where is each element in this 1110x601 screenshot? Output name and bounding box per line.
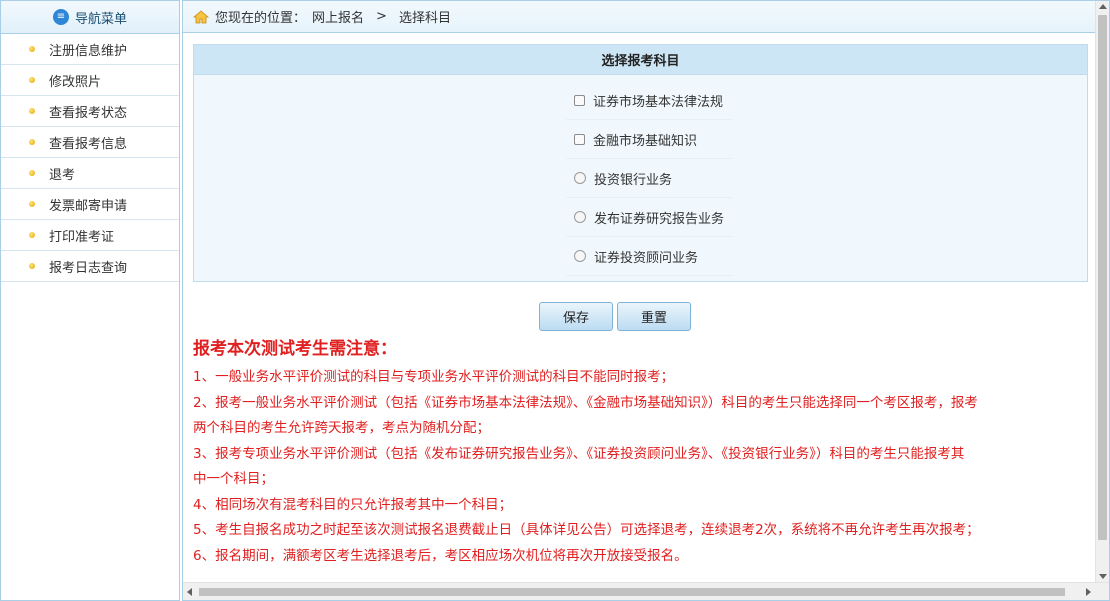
bullet-icon — [29, 201, 35, 207]
sidebar-item-withdraw[interactable]: 退考 — [1, 158, 179, 189]
subject-option-law[interactable]: 证券市场基本法律法规 — [566, 81, 733, 120]
vertical-scrollbar[interactable] — [1095, 1, 1109, 582]
scroll-down-icon[interactable] — [1099, 574, 1107, 579]
subject-label: 证券市场基本法律法规 — [593, 94, 724, 110]
radio-button[interactable] — [574, 211, 586, 223]
sidebar-item-register-info[interactable]: 注册信息维护 — [1, 34, 179, 65]
bullet-icon — [29, 139, 35, 145]
notice-line: 3、报考专项业务水平评价测试（包括《发布证券研究报告业务》、《证券投资顾问业务》… — [193, 445, 965, 462]
bullet-icon — [29, 77, 35, 83]
subject-label: 金融市场基础知识 — [593, 133, 698, 149]
sidebar-item-label: 报考日志查询 — [49, 260, 128, 276]
main-frame: 您现在的位置： 网上报名 > 选择科目 选择报考科目 证券市场基本法律法规 金融… — [182, 0, 1110, 601]
sidebar-item-label: 退考 — [49, 167, 76, 183]
sidebar-item-label: 查看报考信息 — [49, 136, 128, 152]
panel-title: 选择报考科目 — [194, 45, 1087, 75]
subject-panel: 选择报考科目 证券市场基本法律法规 金融市场基础知识 投资银行业务 发布证券研究… — [193, 44, 1088, 282]
subject-option-finance[interactable]: 金融市场基础知识 — [566, 120, 733, 159]
subject-label: 发布证券研究报告业务 — [594, 211, 725, 227]
notice-line: 5、考生自报名成功之时起至该次测试报名退费截止日（具体详见公告）可选择退考，连续… — [193, 522, 980, 538]
bullet-icon — [29, 170, 35, 176]
reset-button[interactable]: 重置 — [617, 302, 691, 331]
sidebar-item-exam-status[interactable]: 查看报考状态 — [1, 96, 179, 127]
notice-line: 两个科目的考生允许跨天报考，考点为随机分配； — [193, 420, 490, 436]
notice-line: 1、一般业务水平评价测试的科目与专项业务水平评价测试的科目不能同时报考； — [193, 369, 675, 385]
bullet-icon — [29, 232, 35, 238]
sidebar-item-label: 打印准考证 — [49, 229, 115, 245]
breadcrumb-separator: > — [376, 9, 387, 24]
checkbox[interactable] — [574, 94, 585, 106]
save-button[interactable]: 保存 — [539, 302, 613, 331]
content-area: 选择报考科目 证券市场基本法律法规 金融市场基础知识 投资银行业务 发布证券研究… — [183, 34, 1097, 582]
subject-label: 证券投资顾问业务 — [594, 250, 699, 266]
notice-line: 6、报名期间，满额考区考生选择退考后，考区相应场次机位将再次开放接受报名。 — [193, 547, 688, 564]
sidebar-item-exam-info[interactable]: 查看报考信息 — [1, 127, 179, 158]
sidebar-item-exam-log[interactable]: 报考日志查询 — [1, 251, 179, 282]
sidebar-item-invoice-mail[interactable]: 发票邮寄申请 — [1, 189, 179, 220]
sidebar-item-label: 查看报考状态 — [49, 105, 128, 121]
notice-section: 报考本次测试考生需注意： 1、一般业务水平评价测试的科目与专项业务水平评价测试的… — [193, 334, 1093, 569]
scroll-right-icon[interactable] — [1086, 588, 1091, 596]
notice-title: 报考本次测试考生需注意： — [193, 339, 397, 359]
subject-option-investment-banking[interactable]: 投资银行业务 — [566, 159, 733, 198]
notice-line: 2、报考一般业务水平评价测试（包括《证券市场基本法律法规》、《金融市场基础知识》… — [193, 394, 978, 411]
subject-option-investment-advisor[interactable]: 证券投资顾问业务 — [566, 237, 733, 276]
scroll-left-icon[interactable] — [187, 588, 192, 596]
notice-line: 中一个科目； — [193, 471, 274, 487]
nav-sidebar: ≡ 导航菜单 注册信息维护 修改照片 查看报考状态 查看报考信息 退考 发票邮寄… — [0, 0, 180, 601]
bullet-icon — [29, 46, 35, 52]
subject-options: 证券市场基本法律法规 金融市场基础知识 投资银行业务 发布证券研究报告业务 证券… — [566, 81, 733, 276]
sidebar-item-label: 注册信息维护 — [49, 43, 128, 59]
bullet-icon — [29, 263, 35, 269]
bullet-icon — [29, 108, 35, 114]
breadcrumb: 您现在的位置： 网上报名 > 选择科目 — [183, 1, 1109, 33]
home-icon — [193, 9, 209, 23]
sidebar-item-print-admission[interactable]: 打印准考证 — [1, 220, 179, 251]
checkbox[interactable] — [574, 133, 585, 145]
sidebar-item-change-photo[interactable]: 修改照片 — [1, 65, 179, 96]
subject-label: 投资银行业务 — [594, 172, 673, 188]
scroll-up-icon[interactable] — [1099, 4, 1107, 9]
breadcrumb-level1[interactable]: 网上报名 — [312, 7, 364, 26]
breadcrumb-level2: 选择科目 — [398, 11, 451, 26]
nav-header: ≡ 导航菜单 — [1, 1, 179, 34]
nav-title: 导航菜单 — [74, 11, 127, 27]
scroll-thumb[interactable] — [1098, 15, 1107, 540]
action-buttons: 保存 重置 — [539, 302, 691, 331]
sidebar-item-label: 修改照片 — [49, 74, 102, 90]
radio-button[interactable] — [574, 172, 586, 184]
horizontal-scrollbar[interactable] — [183, 582, 1109, 600]
breadcrumb-prefix: 您现在的位置： — [215, 11, 307, 26]
menu-list-icon: ≡ — [52, 9, 69, 25]
subject-option-research-report[interactable]: 发布证券研究报告业务 — [566, 198, 733, 237]
radio-button[interactable] — [574, 250, 586, 262]
sidebar-item-label: 发票邮寄申请 — [49, 198, 128, 214]
scroll-thumb[interactable] — [199, 588, 1065, 596]
notice-line: 4、相同场次有混考科目的只允许报考其中一个科目； — [193, 496, 513, 513]
